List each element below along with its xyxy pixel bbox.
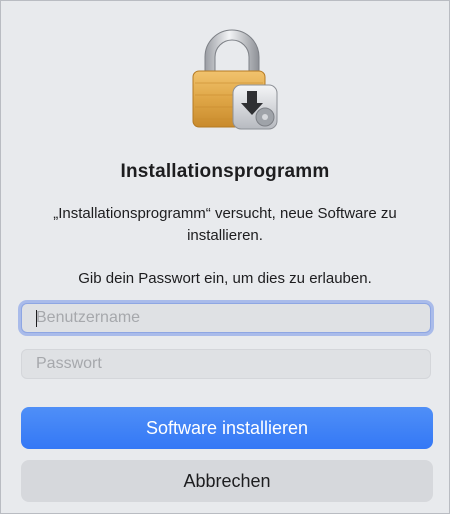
lock-with-installer-icon <box>192 29 278 130</box>
dialog-message: „Installationsprogramm“ versucht, neue S… <box>53 205 397 244</box>
dialog-title: Installationsprogramm <box>120 161 330 182</box>
text-caret <box>36 310 37 327</box>
password-prompt: Gib dein Passwort ein, um dies zu erlaub… <box>78 270 372 287</box>
password-field[interactable] <box>21 349 431 379</box>
install-software-button[interactable]: Software installieren <box>21 407 433 449</box>
cancel-button[interactable]: Abbrechen <box>21 460 433 502</box>
username-field[interactable] <box>21 303 431 333</box>
auth-dialog: Installationsprogramm „Installationsprog… <box>0 0 450 514</box>
